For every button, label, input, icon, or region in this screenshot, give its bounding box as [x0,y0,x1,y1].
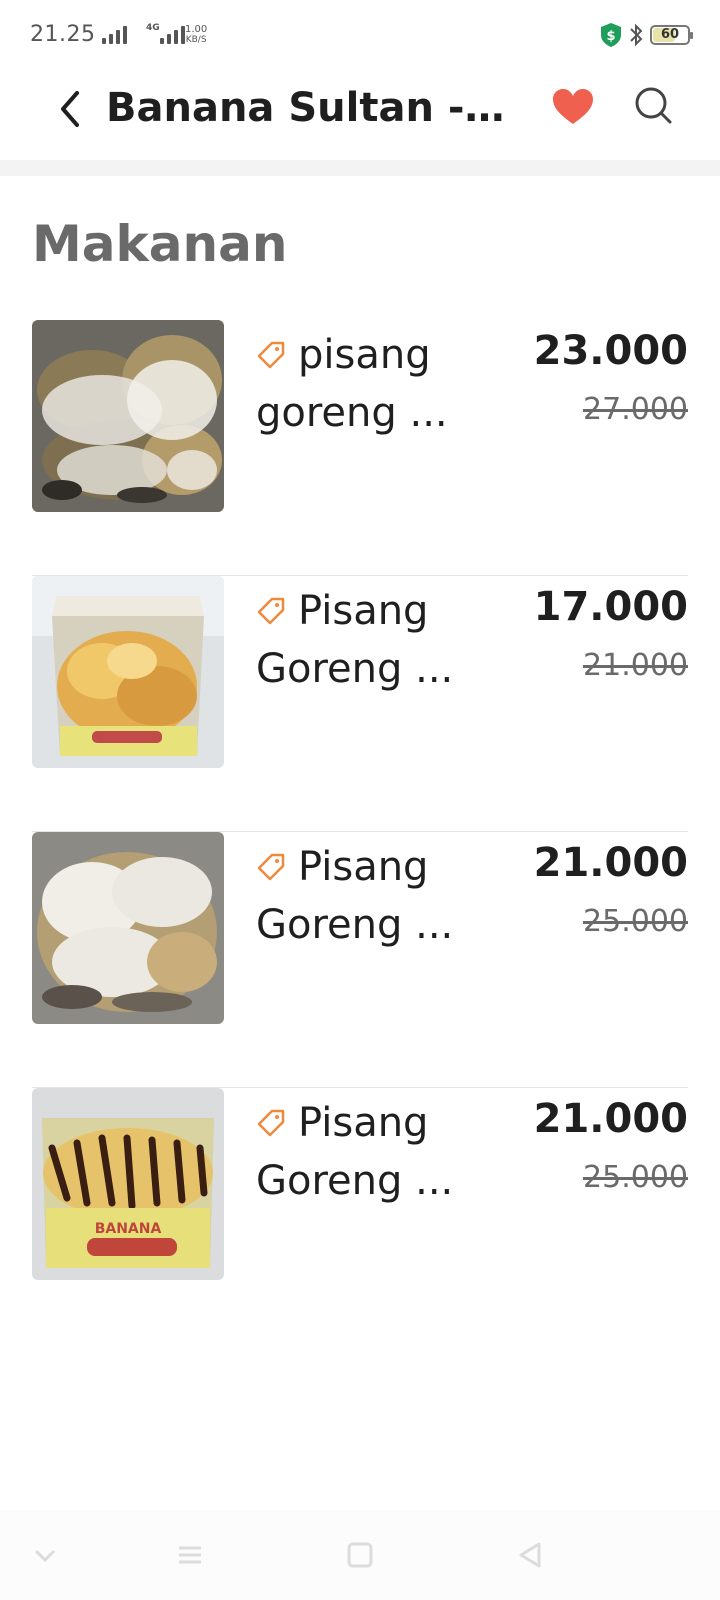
svg-text:BANANA: BANANA [95,1221,162,1237]
list-item[interactable]: BANANA Pisang Goreng ... 21.000 25.000 [32,1088,688,1344]
search-icon [635,87,672,124]
home-icon[interactable] [345,1540,375,1570]
product-image [32,576,224,768]
signal-icon [102,26,127,44]
list-item[interactable]: pisang goreng ... 23.000 27.000 [32,320,688,576]
product-image: BANANA [32,1088,224,1280]
speed-unit: KB/S [185,35,207,45]
item-price: 21.000 [533,1096,688,1142]
status-bar: 21.25 4G 1.00 KB/S $ 60 [0,0,720,70]
item-price: 23.000 [533,328,688,374]
network-type: 4G [146,23,160,33]
screen: 21.25 4G 1.00 KB/S $ 60 Banana Sultan - … [0,0,720,1600]
list-item[interactable]: Pisang Goreng ... 17.000 21.000 [32,576,688,832]
item-name: Pisang Goreng ... [256,844,454,948]
network-speed: 1.00 KB/S [185,24,207,46]
item-price: 21.000 [533,840,688,886]
item-old-price: 21.000 [583,648,688,683]
chevron-down-icon[interactable] [30,1540,60,1570]
item-name: Pisang Goreng ... [256,1100,454,1204]
back-arrow-icon [61,91,79,127]
heart-icon [553,89,593,124]
signal-icon [160,26,185,44]
bluetooth-icon [630,23,643,47]
item-name: pisang goreng ... [256,332,448,436]
item-old-price: 25.000 [583,1160,688,1195]
section-title: Makanan [32,215,288,273]
system-nav-bar [0,1510,720,1600]
list-item[interactable]: Pisang Goreng ... 21.000 25.000 [32,832,688,1088]
page-title: Banana Sultan - Ra... [106,85,516,131]
item-old-price: 25.000 [583,904,688,939]
battery-level: 60 [660,27,680,42]
item-name: Pisang Goreng ... [256,588,454,692]
item-old-price: 27.000 [583,392,688,427]
product-image [32,832,224,1024]
product-image [32,320,224,512]
back-icon[interactable] [515,1540,545,1570]
menu-list: pisang goreng ... 23.000 27.000 Pisang G… [32,320,688,1344]
item-price: 17.000 [533,584,688,630]
search-button[interactable] [630,82,676,128]
battery-icon: 60 [650,25,693,45]
divider-band [0,160,720,176]
back-button[interactable] [50,84,90,134]
status-time: 21.25 [30,22,96,47]
header: Banana Sultan - Ra... [0,70,720,160]
svg-text:$: $ [606,29,615,44]
favorite-button[interactable] [550,84,596,130]
menu-icon[interactable] [175,1540,205,1570]
shield-icon: $ [601,23,621,47]
speed-value: 1.00 [185,24,208,35]
